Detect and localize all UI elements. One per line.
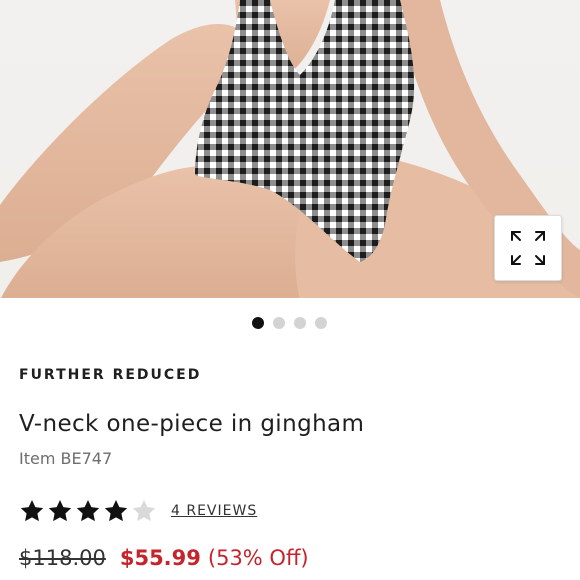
product-photo (0, 0, 580, 298)
carousel-dot-4[interactable] (315, 317, 327, 329)
star-icon (132, 499, 156, 522)
item-number: Item BE747 (19, 449, 113, 468)
star-icon (76, 499, 100, 522)
star-rating (19, 498, 157, 524)
star-icon (20, 499, 44, 522)
sale-price: $55.99 (119, 546, 201, 570)
rating-row: 4 REVIEWS (19, 498, 257, 524)
promo-badge: FURTHER REDUCED (19, 367, 202, 383)
carousel-dot-1[interactable] (252, 317, 264, 329)
discount-percent: (53% Off) (207, 546, 309, 570)
carousel-dots (252, 317, 327, 329)
product-image[interactable] (0, 0, 580, 298)
reviews-link[interactable]: 4 REVIEWS (171, 503, 257, 519)
product-title: V-neck one-piece in gingham (19, 411, 365, 437)
star-icon (48, 499, 72, 522)
carousel-dot-2[interactable] (273, 317, 285, 329)
star-icon (104, 499, 128, 522)
carousel-dot-3[interactable] (294, 317, 306, 329)
original-price: $118.00 (19, 546, 106, 570)
expand-image-button[interactable] (494, 215, 562, 281)
price-row: $118.00 $55.99 (53% Off) (19, 546, 309, 570)
expand-arrows-icon (511, 231, 545, 265)
